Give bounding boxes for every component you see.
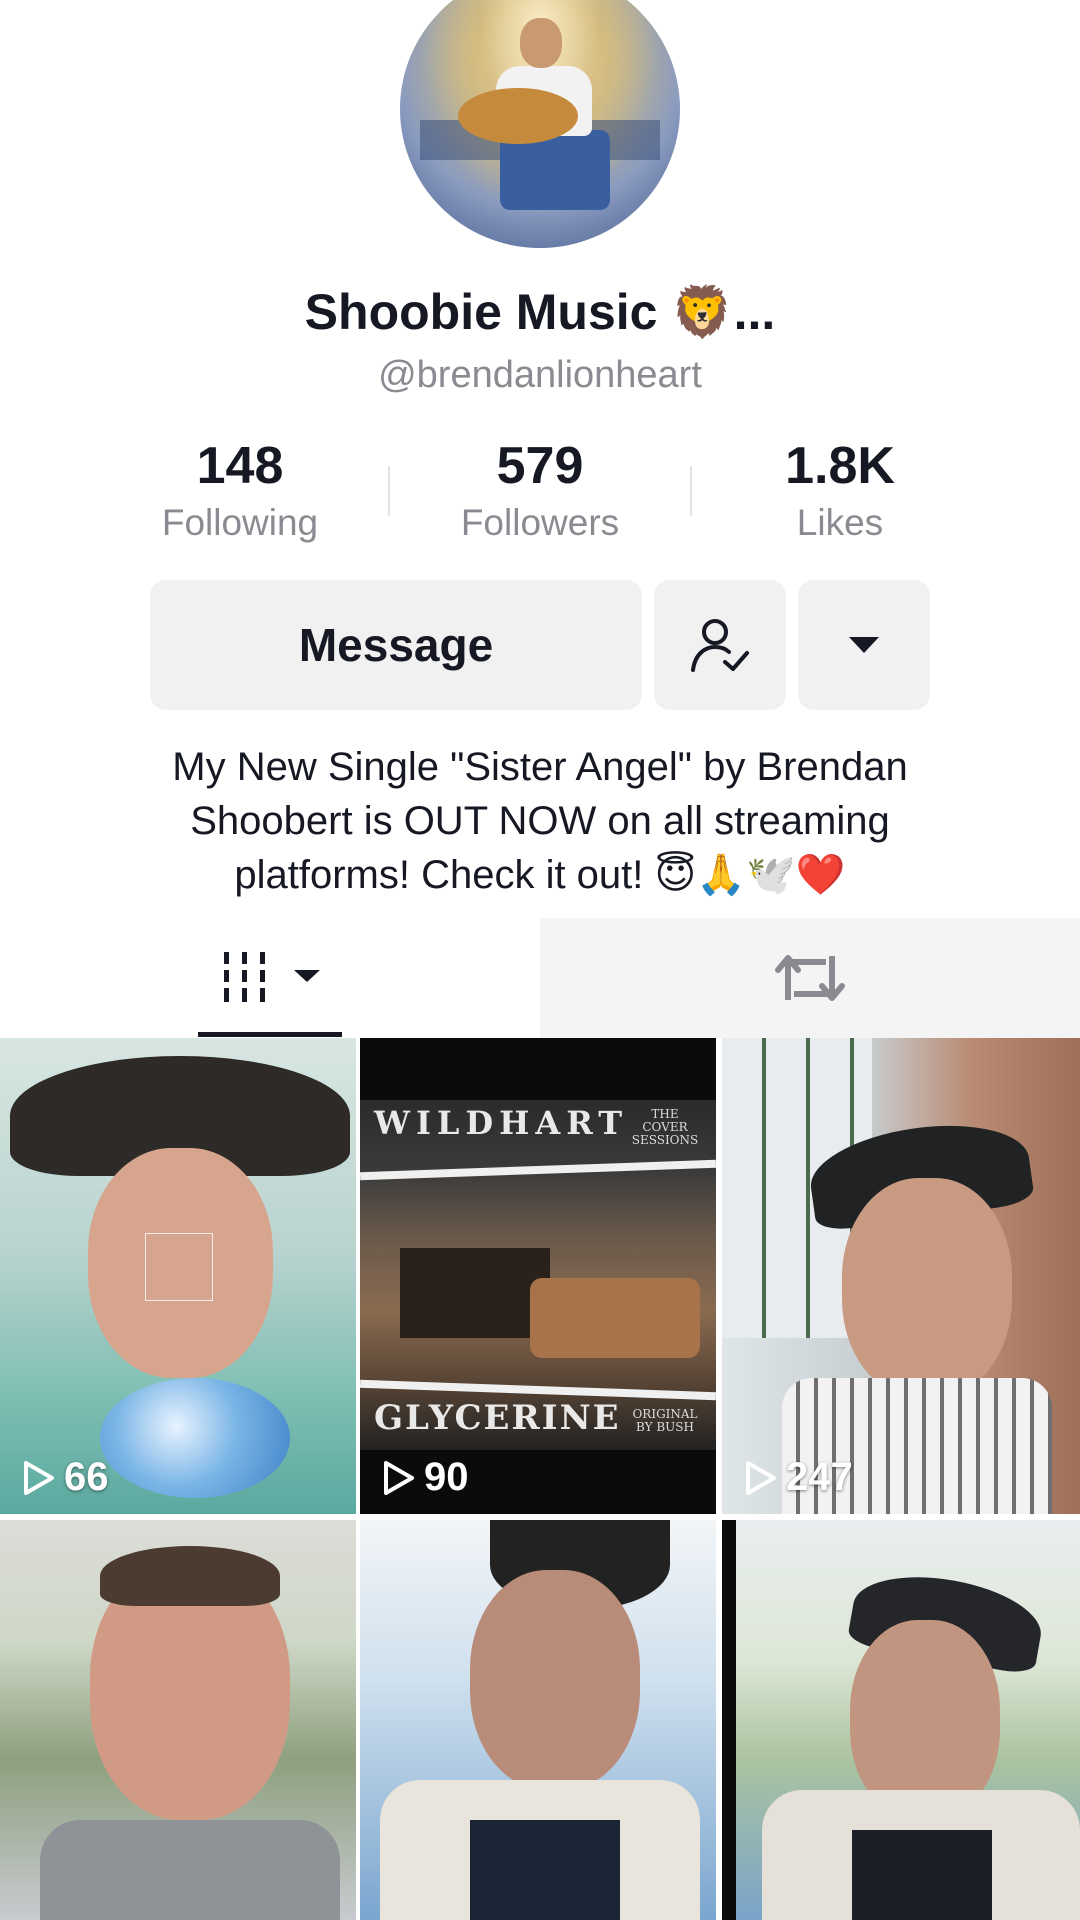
bio-line: Shoobert is OUT NOW on all streaming bbox=[190, 799, 890, 843]
poster-title-bottom: GLYCERINE bbox=[374, 1398, 621, 1438]
video-thumbnail[interactable] bbox=[0, 1520, 356, 1920]
video-thumbnail[interactable] bbox=[722, 1520, 1080, 1920]
play-count: 247 bbox=[744, 1455, 853, 1500]
thumb-hoodie bbox=[40, 1820, 340, 1920]
tab-reposts[interactable] bbox=[540, 918, 1080, 1038]
video-thumbnail[interactable]: 66 bbox=[0, 1038, 356, 1514]
repost-icon bbox=[775, 955, 845, 1001]
stat-following[interactable]: 148 Following bbox=[90, 436, 390, 546]
play-icon bbox=[24, 1460, 54, 1495]
user-check-icon bbox=[691, 619, 749, 672]
avatar-guitar bbox=[458, 88, 578, 144]
profile-bio: My New Single "Sister Angel" by Brendan … bbox=[90, 740, 990, 902]
grid-icon bbox=[224, 952, 320, 1002]
play-count-value: 247 bbox=[786, 1455, 853, 1499]
message-button[interactable]: Message bbox=[150, 580, 642, 710]
thumb-face bbox=[842, 1178, 1012, 1398]
content-tabs bbox=[0, 918, 1080, 1038]
thumb-tshirt bbox=[852, 1830, 992, 1920]
thumb-edge bbox=[722, 1520, 736, 1920]
thumb-sofa bbox=[530, 1278, 700, 1358]
thumb-tshirt bbox=[470, 1820, 620, 1920]
profile-display-name: Shoobie Music 🦁... bbox=[304, 284, 776, 340]
stat-followers-label: Followers bbox=[460, 502, 620, 543]
stat-followers[interactable]: 579 Followers bbox=[390, 436, 690, 546]
thumb-focus-box bbox=[145, 1233, 213, 1301]
thumb-heart-object bbox=[100, 1378, 290, 1498]
video-thumbnail[interactable]: 247 bbox=[722, 1038, 1080, 1514]
play-count-value: 66 bbox=[64, 1455, 109, 1499]
poster-title-top: WILDHART bbox=[374, 1104, 629, 1142]
friend-status-button[interactable] bbox=[654, 580, 786, 710]
bio-line: platforms! Check it out! 😇🙏🕊️❤️ bbox=[234, 853, 846, 897]
bio-line: My New Single "Sister Angel" by Brendan bbox=[172, 745, 908, 789]
profile-avatar[interactable] bbox=[400, 0, 680, 248]
tab-videos[interactable] bbox=[0, 918, 540, 1038]
more-options-button[interactable] bbox=[798, 580, 930, 710]
play-icon bbox=[384, 1460, 414, 1495]
video-thumbnail[interactable]: WILDHART THE COVER SESSIONS GLYCERINE OR… bbox=[360, 1038, 716, 1514]
thumb-face bbox=[470, 1570, 640, 1790]
video-thumbnail[interactable] bbox=[360, 1520, 716, 1920]
play-icon bbox=[746, 1460, 776, 1495]
profile-handle: @brendanlionheart bbox=[378, 354, 702, 396]
stat-likes-label: Likes bbox=[796, 502, 884, 543]
poster-tag-top: THE COVER SESSIONS bbox=[631, 1107, 699, 1147]
poster-tag-bottom: ORIGINAL BY BUSH bbox=[632, 1407, 698, 1434]
play-count: 66 bbox=[22, 1455, 109, 1500]
thumb-hair bbox=[100, 1546, 280, 1606]
play-count: 90 bbox=[382, 1455, 469, 1500]
stat-followers-value: 579 bbox=[496, 437, 584, 495]
tab-active-indicator bbox=[198, 1032, 342, 1037]
play-count-value: 90 bbox=[424, 1455, 469, 1499]
stat-likes[interactable]: 1.8K Likes bbox=[690, 436, 990, 546]
thumb-piano bbox=[400, 1248, 550, 1338]
avatar-figure-head bbox=[520, 18, 562, 68]
stat-following-value: 148 bbox=[196, 437, 284, 495]
stat-following-label: Following bbox=[161, 502, 319, 543]
caret-down-icon bbox=[849, 637, 879, 653]
video-grid: 66 WILDHART THE COVER SESSIONS GLYCERINE… bbox=[0, 1038, 1080, 1920]
stat-likes-value: 1.8K bbox=[785, 437, 895, 495]
